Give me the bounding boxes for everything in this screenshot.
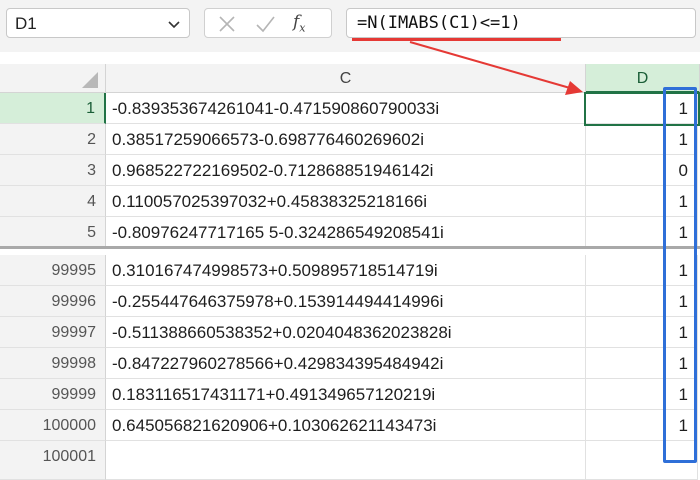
formula-text: =N(IMABS(C1)<=1) bbox=[357, 13, 521, 33]
table-row: 3 0.968522722169502-0.712868851946142i 0 bbox=[0, 155, 700, 186]
table-row: 99998 -0.847227960278566+0.4298343954849… bbox=[0, 348, 700, 379]
table-row: 99997 -0.511388660538352+0.0204048362023… bbox=[0, 317, 700, 348]
name-box-value: D1 bbox=[15, 14, 37, 33]
cell-c[interactable]: -0.255447646375978+0.153914494414996i bbox=[106, 286, 586, 317]
table-row: 99999 0.183116517431171+0.49134965712021… bbox=[0, 379, 700, 410]
cell-c[interactable]: -0.847227960278566+0.429834395484942i bbox=[106, 348, 586, 379]
fx-icon[interactable]: fx bbox=[293, 12, 306, 34]
row-header[interactable]: 100001 bbox=[0, 441, 106, 480]
cell-c[interactable]: 0.645056821620906+0.103062621143473i bbox=[106, 410, 586, 441]
formula-bar-area: D1 fx =N(IMABS(C1)<=1) bbox=[0, 0, 700, 52]
cell-c[interactable]: 0.310167474998573+0.509895718514719i bbox=[106, 255, 586, 286]
row-header[interactable]: 99997 bbox=[0, 317, 106, 348]
row-header[interactable]: 99996 bbox=[0, 286, 106, 317]
highlight-box bbox=[663, 87, 697, 463]
row-header[interactable]: 100000 bbox=[0, 410, 106, 441]
cell-c[interactable]: 0.968522722169502-0.712868851946142i bbox=[106, 155, 586, 186]
cell-c[interactable]: -0.839353674261041-0.471590860790033i bbox=[106, 93, 586, 124]
table-row: 99995 0.310167474998573+0.50989571851471… bbox=[0, 255, 700, 286]
name-box[interactable]: D1 bbox=[6, 8, 190, 38]
row-header[interactable]: 5 bbox=[0, 217, 106, 248]
cancel-x-icon[interactable] bbox=[217, 14, 237, 34]
cell-c[interactable]: 0.38517259066573-0.698776460269602i bbox=[106, 124, 586, 155]
formula-buttons: fx bbox=[204, 8, 332, 38]
table-row: 5 -0.80976247717165 5-0.324286549208541i… bbox=[0, 217, 700, 248]
formula-underline bbox=[352, 38, 561, 41]
cell-c[interactable]: 0.110057025397032+0.45838325218166i bbox=[106, 186, 586, 217]
select-all-triangle-icon bbox=[82, 72, 98, 88]
check-icon[interactable] bbox=[255, 14, 275, 34]
cell-c[interactable]: -0.80976247717165 5-0.324286549208541i bbox=[106, 217, 586, 248]
cell-c[interactable]: -0.511388660538352+0.0204048362023828i bbox=[106, 317, 586, 348]
cell-c[interactable]: 0.183116517431171+0.491349657120219i bbox=[106, 379, 586, 410]
table-row: 99996 -0.255447646375978+0.1539144944149… bbox=[0, 286, 700, 317]
table-row: 4 0.110057025397032+0.45838325218166i 1 bbox=[0, 186, 700, 217]
table-row: 100001 bbox=[0, 441, 700, 480]
table-row: 100000 0.645056821620906+0.1030626211434… bbox=[0, 410, 700, 441]
frozen-split-divider[interactable] bbox=[0, 246, 700, 249]
row-header[interactable]: 99995 bbox=[0, 255, 106, 286]
table-row: 2 0.38517259066573-0.698776460269602i 1 bbox=[0, 124, 700, 155]
row-header[interactable]: 3 bbox=[0, 155, 106, 186]
row-header[interactable]: 99999 bbox=[0, 379, 106, 410]
row-header[interactable]: 1 bbox=[0, 93, 106, 124]
row-header[interactable]: 2 bbox=[0, 124, 106, 155]
row-header[interactable]: 4 bbox=[0, 186, 106, 217]
chevron-down-icon[interactable] bbox=[165, 15, 183, 33]
formula-input[interactable]: =N(IMABS(C1)<=1) bbox=[346, 8, 696, 38]
column-header-c[interactable]: C bbox=[106, 64, 586, 93]
cell-c[interactable] bbox=[106, 441, 586, 480]
row-header[interactable]: 99998 bbox=[0, 348, 106, 379]
